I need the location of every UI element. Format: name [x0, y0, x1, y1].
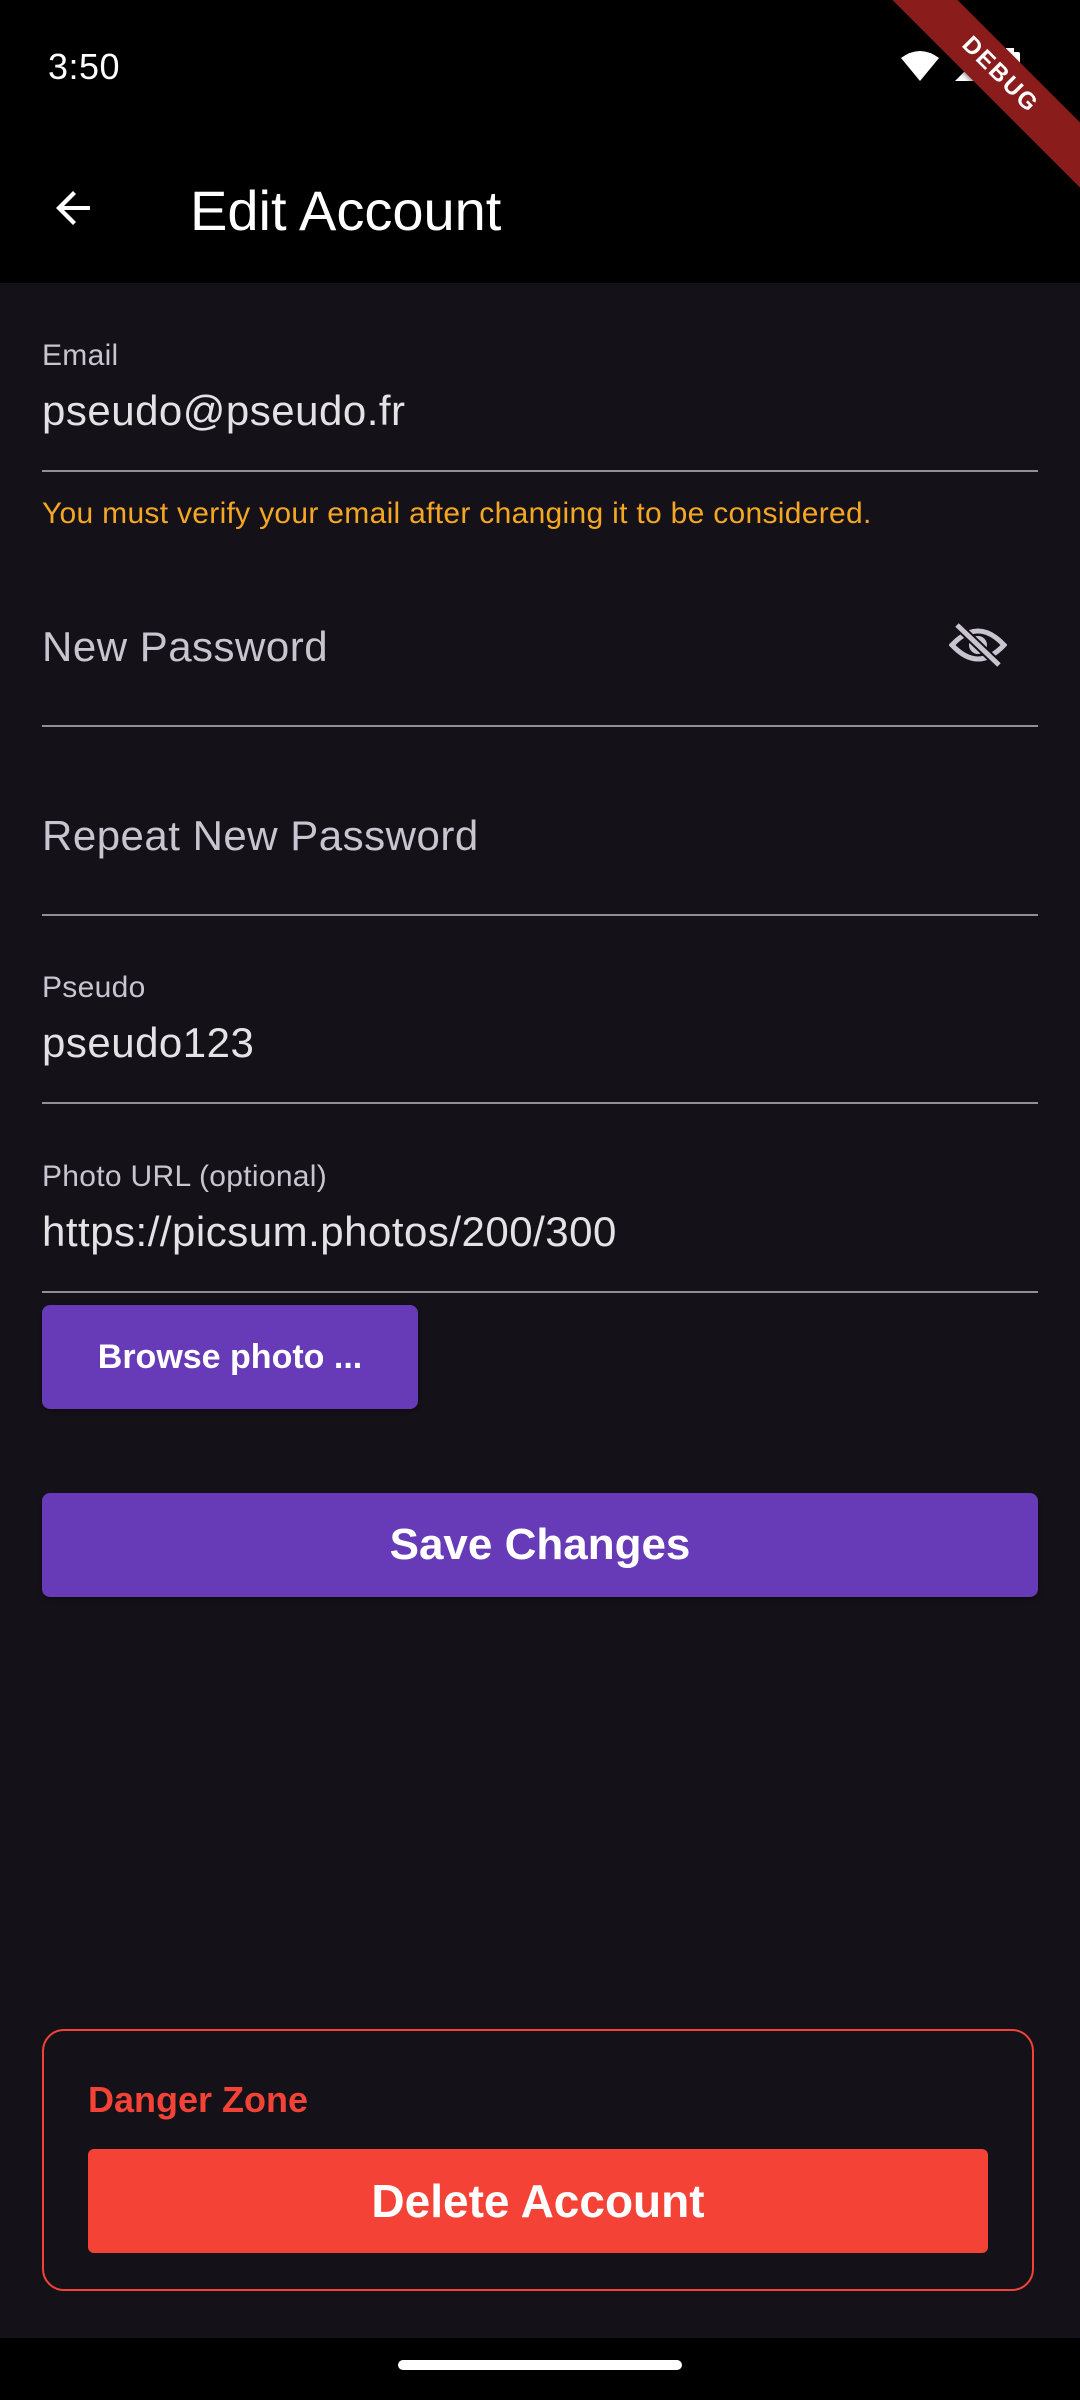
photo-url-value: https://picsum.photos/200/300: [42, 1208, 617, 1255]
new-password-field[interactable]: New Password: [42, 583, 1038, 727]
page-title: Edit Account: [190, 179, 502, 242]
email-field[interactable]: Email pseudo@pseudo.fr: [42, 339, 1038, 472]
repeat-password-placeholder: Repeat New Password: [42, 812, 479, 859]
photo-url-label: Photo URL (optional): [42, 1160, 328, 1193]
save-changes-button[interactable]: Save Changes: [42, 1493, 1038, 1597]
wifi-icon: [900, 50, 940, 82]
home-indicator[interactable]: [398, 2360, 682, 2370]
back-button[interactable]: [34, 170, 114, 250]
edit-account-form: Email pseudo@pseudo.fr You must verify y…: [0, 283, 1080, 2338]
email-helper-text: You must verify your email after changin…: [42, 497, 872, 530]
arrow-back-icon: [50, 184, 98, 237]
password-visibility-toggle[interactable]: [946, 615, 1010, 679]
repeat-password-field[interactable]: Repeat New Password: [42, 772, 1038, 916]
pseudo-field[interactable]: Pseudo pseudo123: [42, 971, 1038, 1104]
pseudo-value: pseudo123: [42, 1019, 255, 1066]
danger-zone: Danger Zone Delete Account: [42, 2029, 1034, 2291]
app-bar: Edit Account: [0, 140, 1080, 283]
danger-zone-title: Danger Zone: [88, 2079, 309, 2120]
navigation-bar: [0, 2338, 1080, 2400]
email-label: Email: [42, 339, 119, 372]
email-value: pseudo@pseudo.fr: [42, 387, 406, 434]
visibility-off-icon: [948, 621, 1008, 674]
browse-photo-button[interactable]: Browse photo ...: [42, 1305, 418, 1409]
status-time: 3:50: [48, 46, 121, 87]
photo-url-field[interactable]: Photo URL (optional) https://picsum.phot…: [42, 1160, 1038, 1293]
pseudo-label: Pseudo: [42, 971, 146, 1004]
delete-account-button[interactable]: Delete Account: [88, 2149, 988, 2253]
new-password-placeholder: New Password: [42, 623, 329, 670]
